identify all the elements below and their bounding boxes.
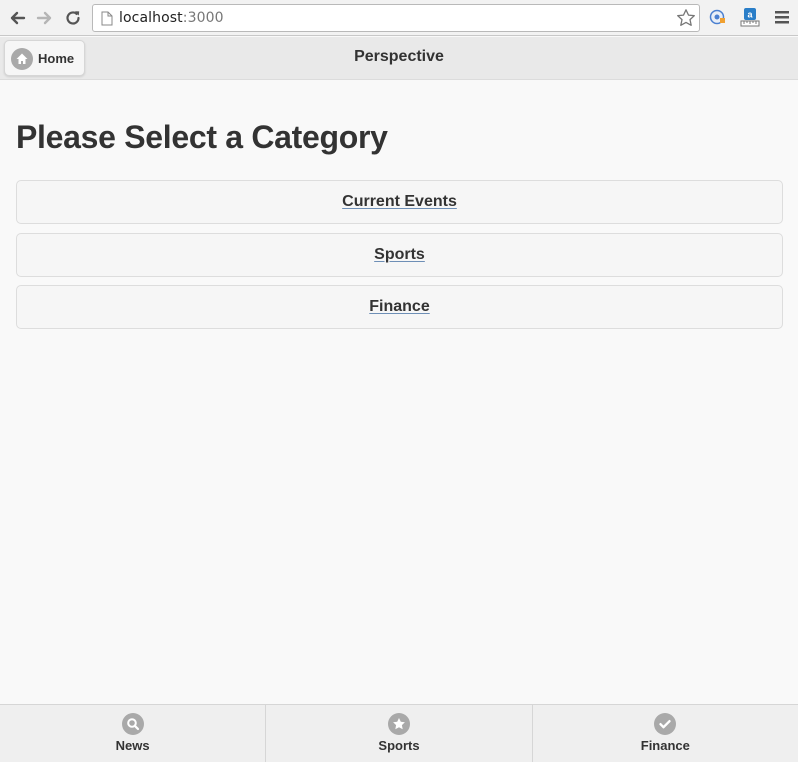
footer-navbar: News Sports Finance: [0, 704, 798, 762]
category-heading: Please Select a Category: [16, 119, 388, 155]
url-port: :3000: [182, 10, 224, 26]
star-icon: [387, 713, 410, 735]
category-link-label[interactable]: Sports: [374, 246, 425, 264]
tab-label: News: [115, 738, 150, 753]
bookmark-star-icon[interactable]: [676, 8, 696, 28]
tab-news[interactable]: News: [0, 705, 267, 762]
tab-finance[interactable]: Finance: [533, 705, 798, 762]
page-title: Perspective: [354, 48, 444, 65]
back-button[interactable]: [7, 8, 27, 28]
forward-arrow-icon: [36, 11, 52, 25]
browser-toolbar: localhost:3000 a: [0, 0, 798, 36]
check-icon: [654, 713, 677, 735]
reload-icon: [66, 11, 80, 25]
amazon-extension-icon[interactable]: a: [740, 7, 760, 27]
reload-button[interactable]: [63, 8, 83, 28]
address-bar[interactable]: localhost:3000: [92, 4, 700, 32]
tab-sports[interactable]: Sports: [266, 705, 533, 762]
url-host: localhost: [119, 10, 183, 26]
forward-button[interactable]: [35, 8, 55, 28]
app-header: Home Perspective: [0, 37, 798, 80]
category-link-label[interactable]: Current Events: [342, 193, 457, 211]
category-link-label[interactable]: Finance: [369, 298, 429, 316]
back-arrow-icon: [10, 11, 26, 25]
category-button-sports[interactable]: Sports: [16, 233, 783, 277]
category-button-current-events[interactable]: Current Events: [16, 180, 783, 224]
page-icon: [101, 11, 113, 26]
category-button-finance[interactable]: Finance: [16, 285, 783, 329]
tab-label: Finance: [640, 738, 690, 753]
menu-icon[interactable]: [772, 7, 792, 27]
tab-label: Sports: [378, 738, 420, 753]
search-icon: [121, 713, 144, 735]
extension-icon[interactable]: [708, 7, 728, 27]
url-text: localhost:3000: [119, 10, 224, 26]
